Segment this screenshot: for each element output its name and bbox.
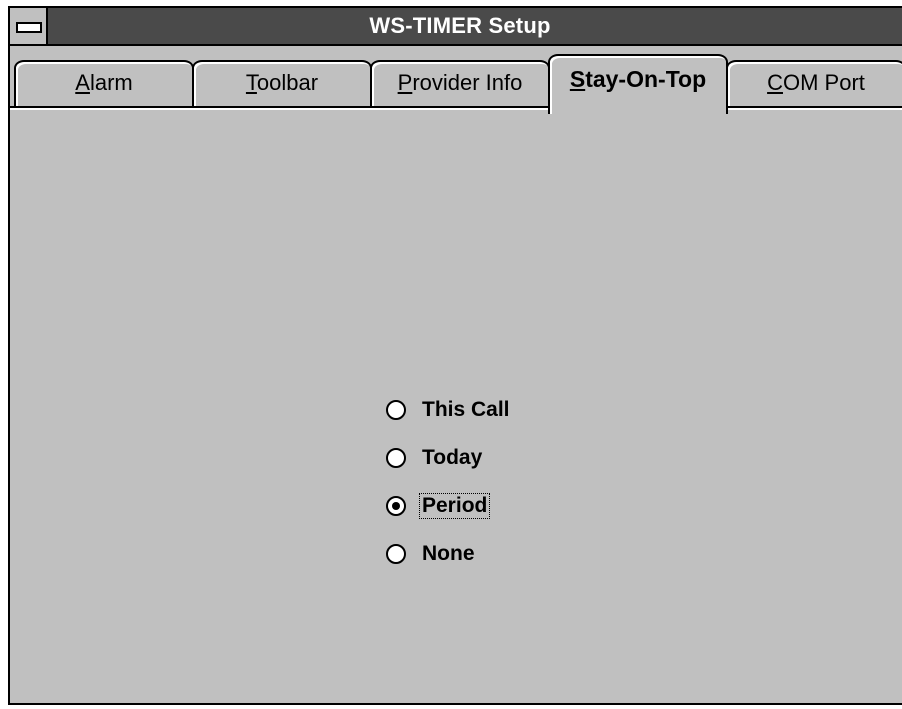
system-menu-button[interactable] xyxy=(10,8,48,44)
tab-provider-info-mnemonic: P xyxy=(397,70,413,95)
radio-this-call-label: This Call xyxy=(422,398,510,421)
tab-strip: Alarm Toolbar Provider Info Stay-On-Top … xyxy=(10,46,902,114)
radio-period[interactable]: Period xyxy=(386,482,512,530)
tab-toolbar-label: oolbar xyxy=(256,70,319,95)
stay-on-top-radio-group: This Call Today Period None xyxy=(386,386,512,578)
tab-com-port-mnemonic: C xyxy=(767,70,783,95)
tab-com-port[interactable]: COM Port xyxy=(726,60,902,108)
stay-on-top-panel: This Call Today Period None xyxy=(10,108,902,703)
radio-button-icon[interactable] xyxy=(386,448,406,468)
tab-alarm-label: larm xyxy=(89,70,133,95)
radio-button-icon[interactable] xyxy=(386,400,406,420)
radio-today[interactable]: Today xyxy=(386,434,512,482)
radio-today-label: Today xyxy=(422,446,483,469)
tab-stay-on-top[interactable]: Stay-On-Top xyxy=(548,54,728,114)
tab-alarm-mnemonic: A xyxy=(75,70,90,95)
tab-com-port-label: OM Port xyxy=(782,70,865,95)
setup-window: WS-TIMER Setup Alarm Toolbar Provider In… xyxy=(8,6,902,705)
tab-stay-on-top-mnemonic: S xyxy=(569,66,586,92)
radio-dot-icon xyxy=(392,502,400,510)
radio-button-icon[interactable] xyxy=(386,544,406,564)
tab-provider-info-label: rovider Info xyxy=(412,70,523,95)
tab-toolbar-mnemonic: T xyxy=(245,70,257,95)
tab-toolbar[interactable]: Toolbar xyxy=(192,60,372,108)
radio-none-label: None xyxy=(422,542,475,565)
radio-period-label: Period xyxy=(418,493,491,519)
system-menu-icon xyxy=(16,22,42,33)
window-title: WS-TIMER Setup xyxy=(369,13,551,38)
title-bar[interactable]: WS-TIMER Setup xyxy=(10,8,902,46)
tab-stay-on-top-label: tay-On-Top xyxy=(585,66,707,92)
radio-none[interactable]: None xyxy=(386,530,512,578)
tab-alarm[interactable]: Alarm xyxy=(14,60,194,108)
radio-button-selected-icon[interactable] xyxy=(386,496,406,516)
tab-provider-info[interactable]: Provider Info xyxy=(370,60,550,108)
radio-this-call[interactable]: This Call xyxy=(386,386,512,434)
panel-divider xyxy=(10,106,902,108)
